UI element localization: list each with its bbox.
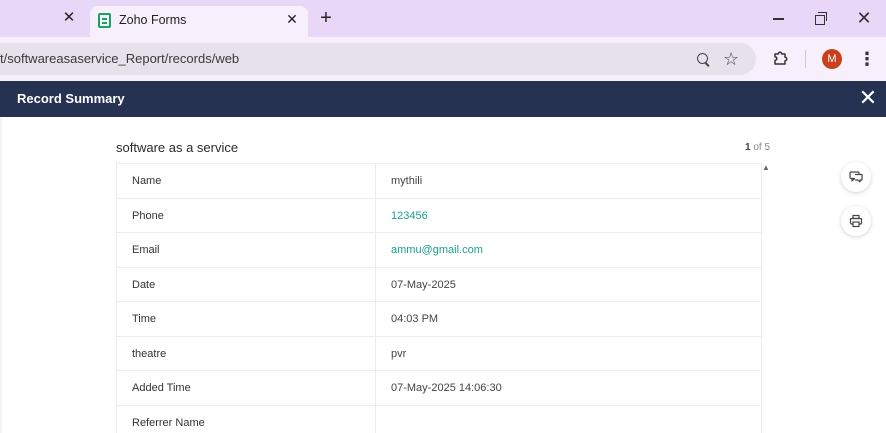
new-tab-button[interactable]: + [316,8,336,28]
print-icon [849,214,863,228]
column-divider [375,267,376,301]
column-divider [375,164,376,198]
field-value: pvr [391,347,407,360]
phone-link[interactable]: 123456 [391,210,428,222]
column-divider [375,336,376,370]
record-row-time: Time 04:03 PM [117,302,761,337]
tab-close-icon[interactable]: ✕ [284,11,300,27]
zoom-icon[interactable] [696,52,712,68]
column-divider [375,371,376,405]
modal-title: Record Summary [17,91,125,106]
email-link[interactable]: ammu@gmail.com [391,244,483,256]
field-label: Name [132,175,162,187]
record-row-added-time: Added Time 07-May-2025 14:06:30 [117,371,761,406]
record-pager: 1 of 5 [745,142,770,153]
tab-zoho-forms[interactable]: Zoho Forms ✕ [90,6,308,37]
restore-window-button[interactable] [812,10,828,26]
comment-button[interactable] [841,162,871,192]
puzzle-icon[interactable] [772,48,790,66]
browser-toolbar: t/softwareasaservice_Report/records/web … [0,37,886,81]
browser-menu-icon[interactable]: ⋮ [858,50,876,68]
record-row-date: Date 07-May-2025 [117,267,761,302]
toolbar-divider [805,50,806,68]
record-row-theatre: theatre pvr [117,336,761,371]
field-label: Added Time [132,382,191,394]
scroll-up-arrow-icon[interactable]: ▲ [762,164,770,172]
url-text[interactable]: t/softwareasaservice_Report/records/web [0,51,239,66]
tab-strip: ✕ Zoho Forms ✕ + ✕ [0,0,886,37]
form-title: software as a service [116,140,239,155]
field-label: Referrer Name [132,416,205,429]
field-label: Email [132,244,160,256]
zoho-forms-favicon-icon [98,13,111,28]
column-divider [375,405,376,433]
field-value: 07-May-2025 [391,278,456,291]
field-label: Phone [132,209,164,222]
print-button[interactable] [841,206,871,236]
column-divider [375,198,376,232]
column-divider [375,233,376,267]
modal-close-icon[interactable]: ✕ [858,87,878,109]
pager-total: of 5 [750,142,771,153]
comment-icon [849,171,863,183]
tab-title: Zoho Forms [119,13,187,27]
address-bar[interactable]: t/softwareasaservice_Report/records/web … [0,43,756,75]
record-row-referrer-name: Referrer Name [117,405,761,433]
field-label: Time [132,313,157,325]
star-icon[interactable]: ☆ [723,48,739,70]
record-row-email: Email ammu@gmail.com [117,233,761,268]
profile-avatar[interactable]: M [822,49,842,69]
previous-tab-close-icon[interactable]: ✕ [60,9,78,27]
field-value: 04:03 PM [391,313,439,325]
field-value: 07-May-2025 14:06:30 [391,382,502,394]
record-row-phone: Phone 123456 [117,198,761,233]
close-window-button[interactable]: ✕ [854,8,874,28]
minimize-window-button[interactable] [770,8,788,28]
record-table: Name mythili Phone 123456 Email ammu@gma… [116,163,762,433]
field-label: theatre [132,347,167,360]
field-value: mythili [391,175,423,187]
modal-header: Record Summary ✕ [0,81,886,117]
column-divider [375,302,376,336]
record-row-name: Name mythili [117,164,761,199]
field-label: Date [132,278,156,291]
